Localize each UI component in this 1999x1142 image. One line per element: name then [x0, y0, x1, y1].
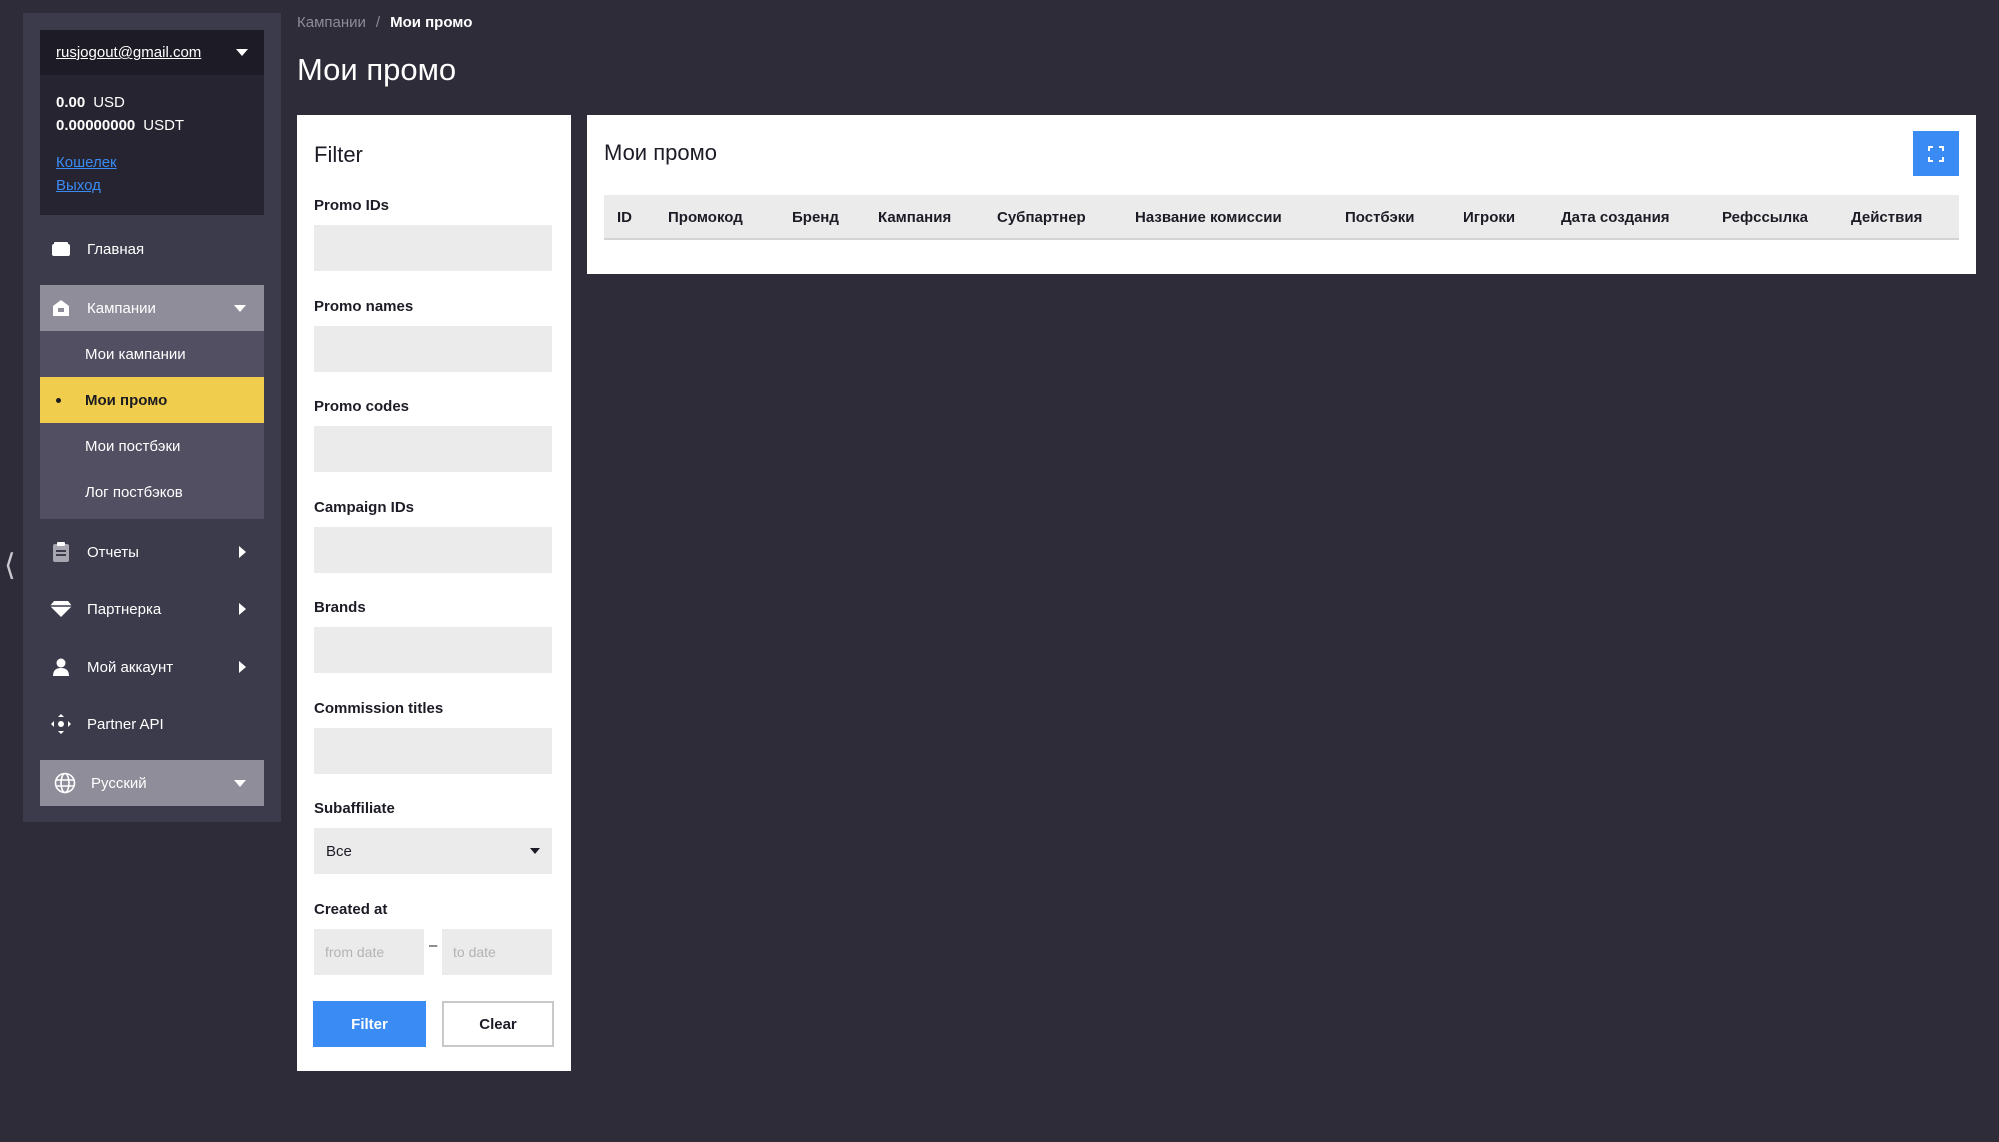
column-header-postbacks[interactable]: Постбэки	[1345, 195, 1415, 240]
column-header-subpartner[interactable]: Субпартнер	[997, 195, 1086, 240]
promo-codes-input[interactable]	[314, 426, 552, 472]
globe-icon	[54, 772, 76, 794]
breadcrumb-campaigns[interactable]: Кампании	[297, 14, 366, 31]
promo-table-panel: Мои промо ID Промокод Бренд Кампания Суб…	[587, 115, 1976, 274]
balance-usdt: 0.00000000 USDT	[56, 117, 185, 134]
table-title: Мои промо	[604, 140, 717, 165]
sidebar-collapse-handle[interactable]: ⟨	[4, 548, 20, 584]
chevron-down-icon	[234, 779, 246, 787]
subaffiliate-label: Subaffiliate	[314, 800, 395, 817]
store-icon	[50, 297, 72, 319]
sidebar: rusjogout@gmail.com 0.00 USD 0.00000000 US…	[23, 13, 281, 822]
commission-titles-label: Commission titles	[314, 700, 444, 717]
promo-names-label: Promo names	[314, 298, 414, 315]
breadcrumb-separator: /	[375, 14, 381, 31]
wallet-icon	[50, 238, 72, 260]
promo-codes-label: Promo codes	[314, 398, 410, 415]
language-label: Русский	[91, 774, 147, 792]
balance-block: 0.00 USD 0.00000000 USDT	[40, 75, 264, 137]
user-icon	[50, 656, 72, 678]
clear-button[interactable]: Clear	[442, 1001, 554, 1047]
column-header-created-date[interactable]: Дата создания	[1561, 195, 1670, 240]
column-header-commission-name[interactable]: Название комиссии	[1135, 195, 1282, 240]
sidebar-item-reports[interactable]: Отчеты	[40, 529, 264, 575]
date-range-dash: –	[429, 937, 438, 954]
campaign-ids-label: Campaign IDs	[314, 499, 415, 516]
sidebar-item-my-account[interactable]: Мой аккаунт	[40, 644, 264, 690]
sidebar-item-my-campaigns[interactable]: Мои кампании	[40, 331, 264, 377]
from-date-input[interactable]	[314, 929, 424, 975]
wallet-link[interactable]: Кошелек	[56, 151, 248, 174]
sidebar-item-label: Главная	[87, 240, 145, 258]
sidebar-item-partner[interactable]: Партнерка	[40, 586, 264, 632]
diamond-icon	[50, 598, 72, 620]
column-header-actions[interactable]: Действия	[1851, 195, 1922, 240]
account-card: rusjogout@gmail.com 0.00 USD 0.00000000 US…	[40, 30, 264, 215]
column-header-id[interactable]: ID	[617, 195, 632, 240]
clipboard-icon	[50, 541, 72, 563]
filter-panel: Filter Promo IDs Promo names Promo codes…	[297, 115, 571, 1071]
sidebar-item-label: Partner API	[87, 715, 164, 733]
logout-link[interactable]: Выход	[56, 174, 248, 197]
subaffiliate-value: Все	[326, 842, 352, 860]
sidebar-item-home[interactable]: Главная	[40, 226, 264, 272]
sidebar-item-label: Мой аккаунт	[87, 658, 174, 676]
brands-label: Brands	[314, 599, 366, 616]
promo-ids-input[interactable]	[314, 225, 552, 271]
campaign-ids-input[interactable]	[314, 527, 552, 573]
column-header-promocode[interactable]: Промокод	[668, 195, 743, 240]
column-header-ref-link[interactable]: Рефссылка	[1722, 195, 1808, 240]
page-title: Мои промо	[297, 52, 457, 87]
chevron-down-icon	[530, 848, 540, 854]
sidebar-item-my-postbacks[interactable]: Мои постбэки	[40, 423, 264, 469]
promo-ids-label: Promo IDs	[314, 197, 390, 214]
promo-names-input[interactable]	[314, 326, 552, 372]
breadcrumb-current: Мои промо	[390, 14, 473, 31]
sidebar-item-postback-log[interactable]: Лог постбэков	[40, 469, 264, 515]
commission-titles-input[interactable]	[314, 728, 552, 774]
campaigns-submenu: Мои кампании Мои промо Мои постбэки Лог …	[40, 331, 264, 519]
breadcrumb: Кампании / Мои промо	[297, 14, 472, 31]
brands-input[interactable]	[314, 627, 552, 673]
sidebar-item-label: Партнерка	[87, 600, 162, 618]
table-header-row: ID Промокод Бренд Кампания Субпартнер На…	[604, 195, 1959, 240]
account-dropdown[interactable]: rusjogout@gmail.com	[40, 30, 264, 75]
sidebar-item-partner-api[interactable]: Partner API	[40, 701, 264, 747]
chevron-down-icon	[236, 49, 248, 56]
filter-title: Filter	[314, 142, 363, 167]
balance-usd: 0.00 USD	[56, 94, 125, 111]
fullscreen-icon	[1928, 145, 1944, 162]
column-header-campaign[interactable]: Кампания	[878, 195, 951, 240]
chevron-right-icon	[239, 546, 246, 558]
subaffiliate-select[interactable]: Все	[314, 828, 552, 874]
sidebar-item-label: Отчеты	[87, 543, 139, 561]
chevron-right-icon	[239, 603, 246, 615]
filter-button[interactable]: Filter	[313, 1001, 426, 1047]
sidebar-item-my-promo[interactable]: Мои промо	[40, 377, 264, 423]
chevron-down-icon	[234, 304, 246, 312]
column-header-players[interactable]: Игроки	[1463, 195, 1515, 240]
sidebar-item-label: Кампании	[87, 299, 156, 317]
to-date-input[interactable]	[442, 929, 552, 975]
sidebar-item-campaigns[interactable]: Кампании	[40, 285, 264, 331]
api-network-icon	[50, 713, 72, 735]
created-at-label: Created at	[314, 901, 388, 918]
column-header-brand[interactable]: Бренд	[792, 195, 839, 240]
fullscreen-button[interactable]	[1913, 131, 1959, 176]
language-selector[interactable]: Русский	[40, 760, 264, 806]
chevron-right-icon	[239, 661, 246, 673]
account-email[interactable]: rusjogout@gmail.com	[56, 44, 201, 61]
